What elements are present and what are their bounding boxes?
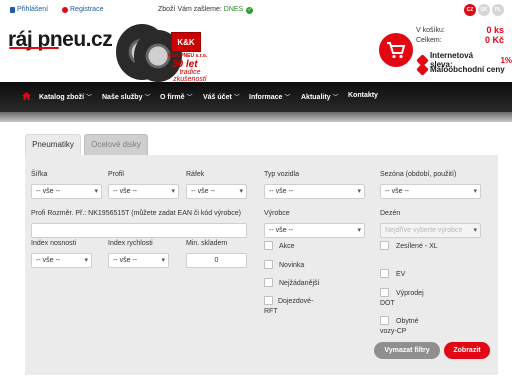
lang-pl-button[interactable]: PL [492, 4, 504, 16]
design-select[interactable]: Nejdříve vyberte výrobce [380, 223, 481, 238]
nav-company[interactable]: O firmě ﹀ [160, 92, 193, 101]
register-label: Registrace [70, 6, 104, 13]
season-label: Sezóna (období, použití) [380, 171, 457, 178]
checkbox-dot-sale-label: Výprodej DOT [380, 290, 424, 307]
load-index-label: Index nosnosti [31, 240, 77, 247]
chevron-down-icon: ﹀ [284, 95, 291, 101]
vehicle-type-label: Typ vozidla [264, 171, 300, 178]
chevron-down-icon: ﹀ [186, 95, 193, 101]
internet-discount-value: 1% [500, 55, 512, 65]
shipping-text: Zboží Vám zašleme: [158, 6, 222, 13]
manufacturer-label: Výrobce [264, 210, 290, 217]
check-icon: ✓ [246, 7, 254, 14]
load-index-select[interactable]: -- vše -- [31, 253, 92, 268]
login-link[interactable]: Přihlášení [10, 6, 48, 13]
top-bar: Přihlášení Registrace Zboží Vám zašleme:… [0, 0, 512, 20]
checkbox-new-label: Novinka [279, 262, 305, 269]
design-label: Dezén [380, 210, 401, 217]
tab-steel-rims[interactable]: Ocelové disky [84, 134, 148, 156]
logo-underline [9, 47, 59, 49]
code-input[interactable] [31, 223, 247, 238]
speed-index-select[interactable]: -- vše -- [108, 253, 169, 268]
cart-items-label: V košíku: [416, 27, 445, 34]
width-select[interactable]: -- vše -- [31, 184, 102, 199]
nav-info[interactable]: Informace ﹀ [249, 92, 290, 101]
chevron-down-icon: ﹀ [233, 95, 240, 101]
checkbox-xl-label: Zesílené - XL [396, 243, 438, 250]
cart-total-label: Celkem: [416, 37, 442, 44]
cart-items-row: V košíku: 0 ks [416, 25, 504, 35]
retail-prices[interactable]: Maloobchodní ceny [416, 63, 505, 76]
main-nav: Katalog zboží ﹀ Naše služby ﹀ O firmě ﹀ Váš… [0, 82, 512, 112]
rim-label: Ráfek [186, 171, 205, 178]
tab-tyres[interactable]: Pneumatiky [25, 134, 81, 156]
lang-sk-button[interactable]: SK [478, 4, 490, 16]
min-stock-label: Min. skladem [186, 240, 228, 247]
checkbox-camper-label: Obytné vozy-CP [380, 318, 419, 335]
register-link[interactable]: Registrace [62, 6, 103, 13]
min-stock-input[interactable]: 0 [186, 253, 247, 268]
lock-icon [10, 6, 15, 13]
season-select[interactable]: -- vše -- [380, 184, 481, 199]
chevron-down-icon: ﹀ [86, 95, 93, 101]
show-results-button[interactable]: Zobrazit [444, 342, 490, 359]
checkbox-ev-label: EV [396, 271, 406, 278]
nav-account[interactable]: Váš účet ﹀ [203, 92, 240, 101]
checkbox-rft-label: Dojezdové-RFT [264, 298, 314, 315]
checkbox-popular-label: Nejžádanější [279, 280, 320, 287]
checkbox-popular[interactable] [264, 278, 273, 287]
shipping-day: DNES [223, 6, 244, 13]
nav-catalog[interactable]: Katalog zboží ﹀ [39, 92, 92, 101]
lang-cz-button[interactable]: CZ [464, 4, 476, 16]
code-label: Profi Rozměr. Př.: NK1956515T (můžete za… [31, 210, 241, 217]
profile-label: Profil [108, 171, 124, 178]
speed-index-label: Index rychlosti [108, 240, 153, 247]
cart-total-value: 0 Kč [484, 35, 504, 45]
kk-logo: K&K [171, 32, 201, 52]
width-label: Šířka [31, 171, 48, 178]
cart-icon [387, 42, 406, 59]
cart-button[interactable] [379, 33, 413, 67]
chevron-down-icon: ﹀ [144, 95, 151, 101]
nav-services[interactable]: Naše služby ﹀ [102, 92, 150, 101]
shipping-info: Zboží Vám zašleme: DNES ✓ [158, 6, 254, 14]
retail-prices-label: Maloobchodní ceny [430, 65, 505, 74]
manufacturer-select[interactable]: -- vše -- [264, 223, 365, 238]
nav-contacts[interactable]: Kontakty [348, 92, 378, 99]
checkbox-promo-label: Akce [279, 243, 295, 250]
add-user-icon [62, 6, 68, 13]
checkbox-new[interactable] [264, 260, 273, 269]
checkbox-ev[interactable] [380, 269, 389, 278]
banner-strip [0, 112, 512, 122]
chevron-down-icon: ﹀ [332, 95, 339, 101]
login-label: Přihlášení [17, 6, 49, 13]
anniversary-tradition: tradice zkušeností [173, 69, 207, 83]
home-icon[interactable] [22, 92, 31, 100]
rim-select[interactable]: -- vše -- [186, 184, 247, 199]
cart-items-value: 0 ks [486, 25, 504, 35]
nav-news[interactable]: Aktuality ﹀ [301, 92, 339, 101]
checkbox-promo[interactable] [264, 241, 273, 250]
profile-select[interactable]: -- vše -- [108, 184, 179, 199]
vehicle-type-select[interactable]: -- vše -- [264, 184, 365, 199]
clear-filters-button[interactable]: Vymazat filtry [374, 342, 440, 359]
tag-icon [416, 63, 429, 76]
cart-total-row: Celkem: 0 Kč [416, 35, 504, 45]
